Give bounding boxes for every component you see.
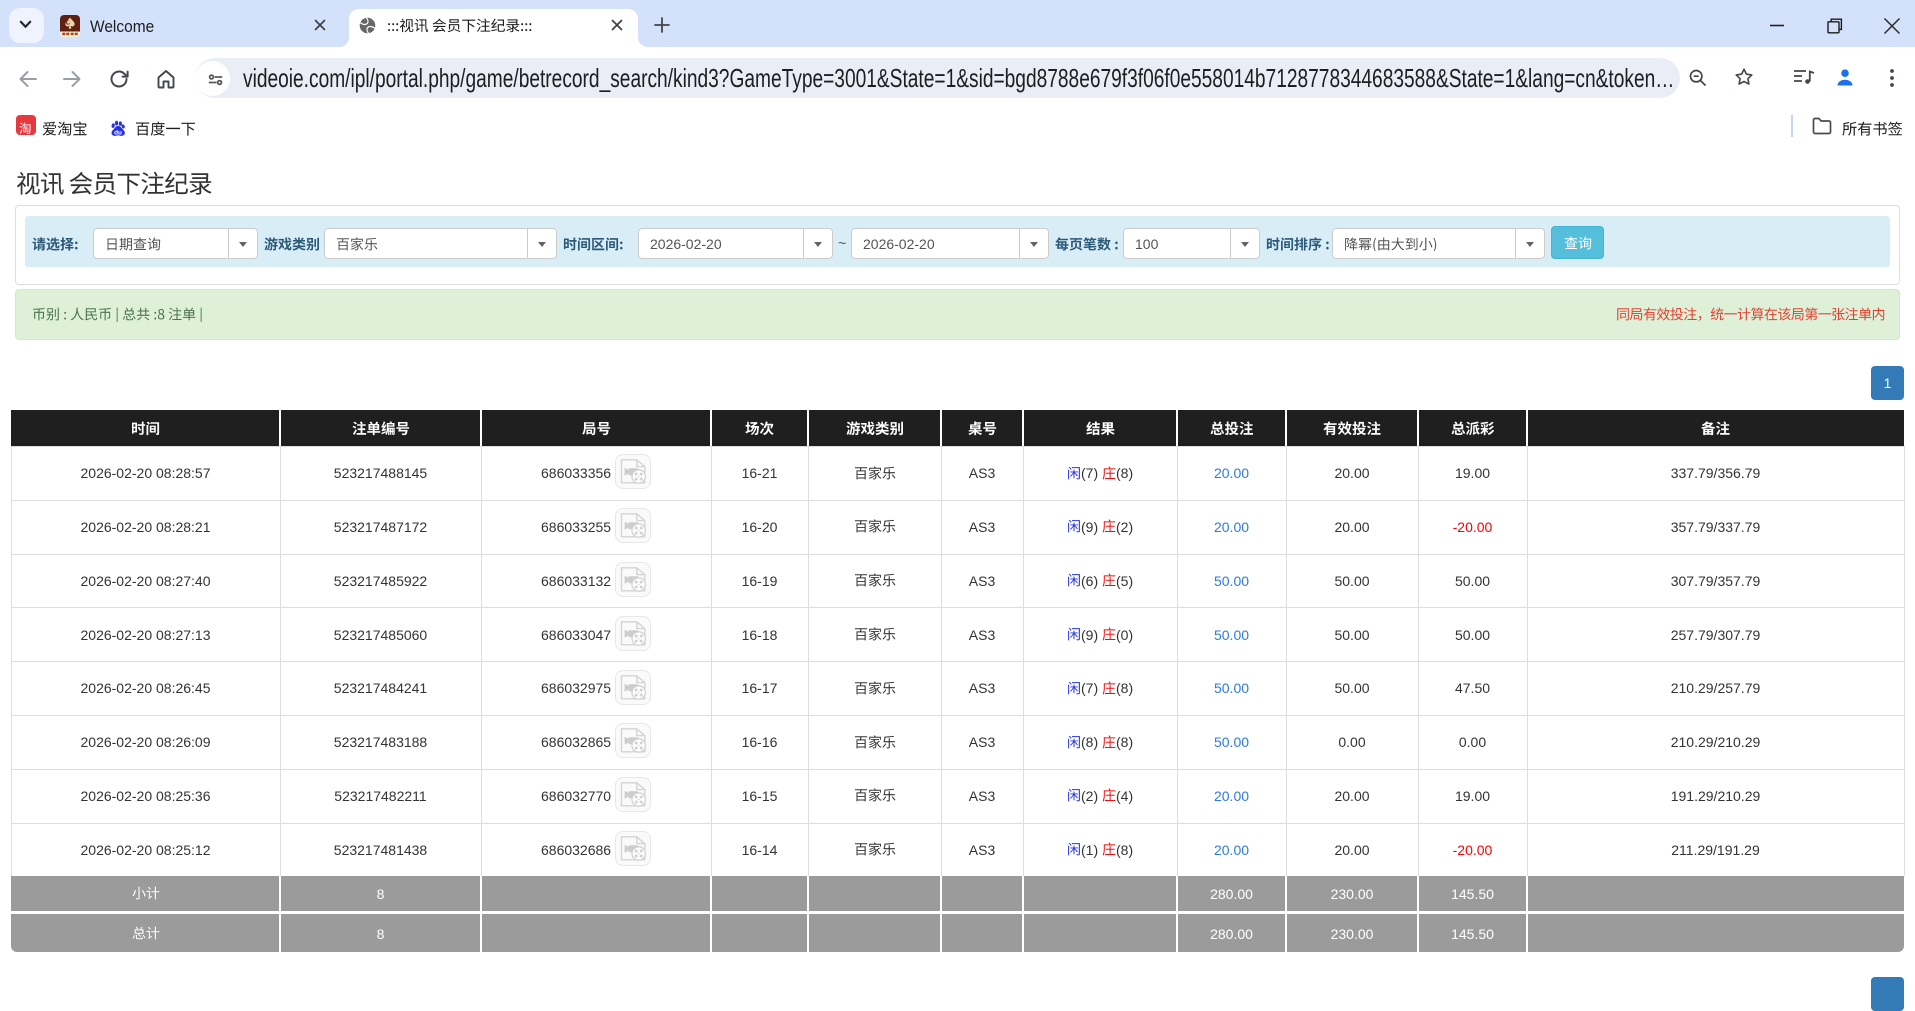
svg-text:du: du bbox=[114, 129, 122, 136]
